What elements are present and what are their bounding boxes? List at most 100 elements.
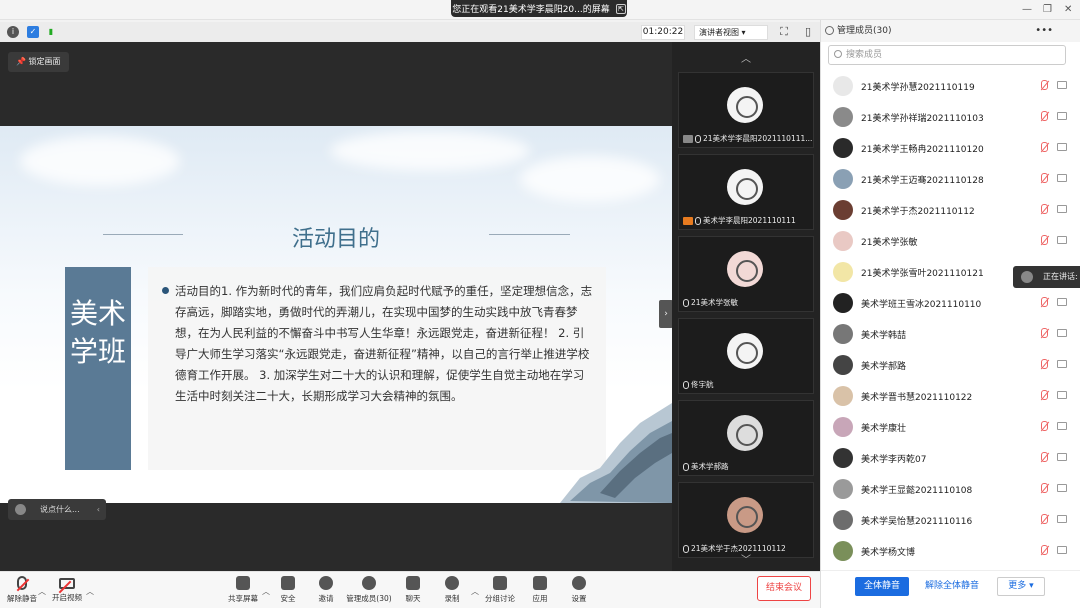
video-tile[interactable]: 美术学郝路 xyxy=(678,400,814,476)
camera-icon[interactable] xyxy=(1057,484,1067,492)
title-rule-left xyxy=(103,234,183,235)
search-icon xyxy=(834,50,842,58)
camera-icon[interactable] xyxy=(1057,205,1067,213)
member-row[interactable]: 美术学韩喆 xyxy=(821,320,1080,351)
chevron-down-icon[interactable]: ﹀ xyxy=(672,551,820,566)
member-search-input[interactable]: 搜索成员 xyxy=(828,45,1066,65)
member-row[interactable]: 美术学李丙乾07 xyxy=(821,444,1080,475)
avatar xyxy=(833,169,853,189)
mute-all-button[interactable]: 全体静音 xyxy=(855,577,909,596)
shield-icon[interactable]: ✓ xyxy=(27,26,39,38)
member-row[interactable]: 美术学王显懿2021110108 xyxy=(821,475,1080,506)
breakout-icon xyxy=(493,576,507,590)
collapse-strip-button[interactable]: › xyxy=(659,300,673,328)
settings-button[interactable]: 设置 xyxy=(557,576,601,604)
shared-screen-stage: 📌 锁定画面 活动目的 美术学班 活动目的1. 作为新时代的青年，我们应肩负起时… xyxy=(0,42,673,571)
video-tile[interactable]: 佟宇航 xyxy=(678,318,814,394)
share-screen-button[interactable]: 共享屏幕 xyxy=(221,576,265,604)
chevron-up-icon[interactable]: ︿ xyxy=(672,50,820,65)
member-row[interactable]: 21美术学孙祥瑞2021110103 xyxy=(821,103,1080,134)
avatar xyxy=(833,386,853,406)
mic-muted-icon[interactable] xyxy=(1041,297,1048,307)
more-options-icon[interactable]: ••• xyxy=(1035,20,1053,42)
mic-muted-icon[interactable] xyxy=(1041,514,1048,524)
mic-muted-icon[interactable] xyxy=(1041,359,1048,369)
mic-muted-icon[interactable] xyxy=(1041,142,1048,152)
mic-muted-icon[interactable] xyxy=(1041,390,1048,400)
slide-text-box: 活动目的1. 作为新时代的青年，我们应肩负起时代赋予的重任，坚定理想信念，志存高… xyxy=(148,267,606,470)
mic-muted-icon[interactable] xyxy=(1041,80,1048,90)
member-row[interactable]: 21美术学于杰2021110112 xyxy=(821,196,1080,227)
member-row[interactable]: 21美术学张敏 xyxy=(821,227,1080,258)
end-meeting-button[interactable]: 结束会议 xyxy=(757,576,811,601)
member-row[interactable]: 21美术学孙慧2021110119 xyxy=(821,72,1080,103)
chevron-up-icon[interactable]: ︿ xyxy=(86,586,94,597)
member-row[interactable]: 美术学郝路 xyxy=(821,351,1080,382)
avatar xyxy=(833,200,853,220)
mic-muted-icon[interactable] xyxy=(1041,328,1048,338)
camera-icon[interactable] xyxy=(1057,143,1067,151)
member-row[interactable]: 美术学班王雪冰2021110110 xyxy=(821,289,1080,320)
member-row[interactable]: 21美术学王迈骞2021110128 xyxy=(821,165,1080,196)
member-row[interactable]: 美术学康壮 xyxy=(821,413,1080,444)
camera-icon[interactable] xyxy=(1057,515,1067,523)
manage-members-button[interactable]: 管理成员(30) xyxy=(340,576,398,604)
member-row[interactable]: 21美术学王畅冉2021110120 xyxy=(821,134,1080,165)
chevron-left-icon[interactable]: ‹ xyxy=(97,499,100,520)
chat-input-bar[interactable]: 说点什么... ‹ xyxy=(8,499,106,520)
camera-icon[interactable] xyxy=(1057,360,1067,368)
chat-button[interactable]: 聊天 xyxy=(391,576,435,604)
video-tile[interactable]: 21美术学于杰2021110112 xyxy=(678,482,814,558)
camera-icon[interactable] xyxy=(1057,81,1067,89)
member-row[interactable]: 美术学杨文博 xyxy=(821,537,1080,568)
mic-muted-icon[interactable] xyxy=(1041,204,1048,214)
minimize-icon[interactable]: — xyxy=(1022,4,1032,15)
video-tile[interactable]: 21美术学李晨阳2021110111... xyxy=(678,72,814,148)
chat-placeholder: 说点什么... xyxy=(40,505,80,514)
info-icon[interactable]: i xyxy=(7,26,19,38)
fullscreen-icon[interactable]: ⛶ xyxy=(778,26,790,38)
video-tile[interactable]: 21美术学张敏 xyxy=(678,236,814,312)
security-shield-icon xyxy=(281,576,295,590)
video-tile[interactable]: 美术学李晨阳2021110111 xyxy=(678,154,814,230)
camera-icon[interactable] xyxy=(1057,422,1067,430)
breakout-button[interactable]: 分组讨论 xyxy=(478,576,522,604)
lock-view-button[interactable]: 📌 锁定画面 xyxy=(8,52,69,72)
avatar xyxy=(833,107,853,127)
mic-muted-icon[interactable] xyxy=(1041,452,1048,462)
close-icon[interactable]: ✕ xyxy=(1064,4,1072,15)
record-button[interactable]: 录制 xyxy=(430,576,474,604)
member-row[interactable]: 美术学晋书慧2021110122 xyxy=(821,382,1080,413)
mic-muted-icon[interactable] xyxy=(1041,545,1048,555)
restore-icon[interactable]: ❐ xyxy=(1043,4,1052,15)
viewing-banner: 您正在观看21美术学李晨阳20...的屏幕 ⇱ xyxy=(451,0,627,17)
emoji-icon[interactable] xyxy=(15,504,26,515)
speaker-view-select[interactable]: 演讲者视图 ▾ xyxy=(694,25,768,40)
camera-icon[interactable] xyxy=(1057,453,1067,461)
start-video-button[interactable]: 开启视频 xyxy=(45,576,89,603)
panel-header: 管理成员(30) ••• xyxy=(821,20,1080,42)
tile-name: 美术学郝路 xyxy=(683,461,729,472)
bottom-toolbar: 解除静音 ︿ 开启视频 ︿ 共享屏幕 ︿ 安全 邀请 管理成员(30) 聊天 录… xyxy=(0,571,820,608)
more-button[interactable]: 更多 ▾ xyxy=(997,577,1045,596)
camera-icon[interactable] xyxy=(1057,329,1067,337)
apps-button[interactable]: 应用 xyxy=(518,576,562,604)
camera-icon[interactable] xyxy=(1057,546,1067,554)
mic-muted-icon[interactable] xyxy=(1041,173,1048,183)
unmute-all-button[interactable]: 解除全体静音 xyxy=(921,577,983,596)
mic-muted-icon[interactable] xyxy=(1041,111,1048,121)
member-row[interactable]: 美术学吴怡慧2021110116 xyxy=(821,506,1080,537)
camera-icon[interactable] xyxy=(1057,298,1067,306)
layout-icon[interactable]: ▯ xyxy=(802,26,814,38)
mic-muted-icon[interactable] xyxy=(1041,235,1048,245)
signal-icon[interactable]: ▮ xyxy=(45,26,57,38)
exit-fullscreen-icon[interactable]: ⇱ xyxy=(615,3,626,14)
camera-icon[interactable] xyxy=(1057,391,1067,399)
camera-icon[interactable] xyxy=(1057,112,1067,120)
mic-muted-icon[interactable] xyxy=(1041,483,1048,493)
camera-icon[interactable] xyxy=(1057,174,1067,182)
mic-muted-icon[interactable] xyxy=(1041,421,1048,431)
tile-name: 21美术学李晨阳2021110111... xyxy=(683,133,812,144)
camera-icon[interactable] xyxy=(1057,236,1067,244)
cloud-decoration xyxy=(330,131,530,171)
